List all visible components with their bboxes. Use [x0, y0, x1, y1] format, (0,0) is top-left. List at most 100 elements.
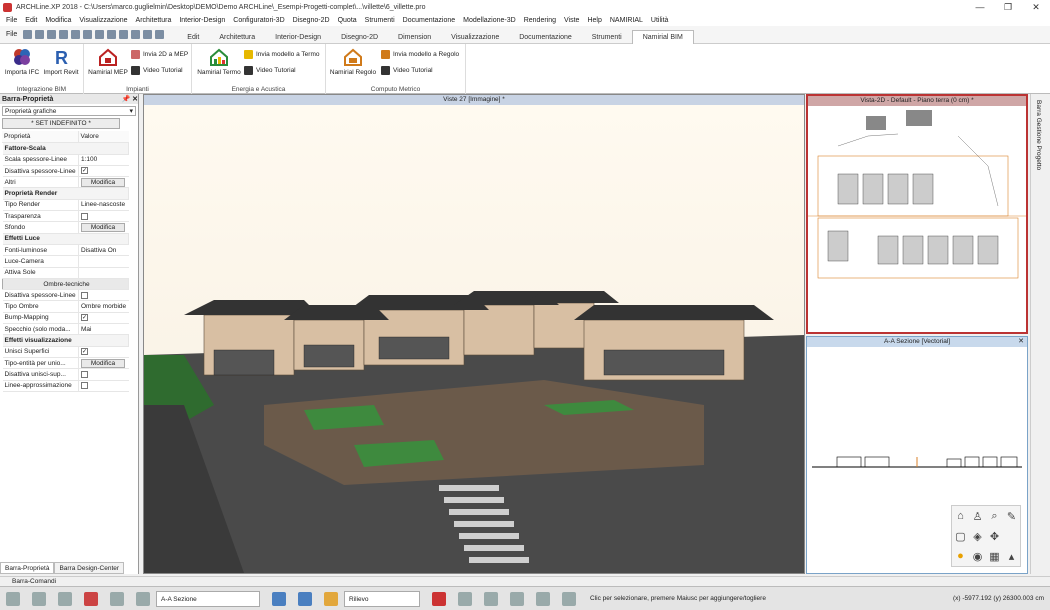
close-icon[interactable]: ✕: [1018, 337, 1024, 347]
property-dropdown[interactable]: Disattiva On: [81, 247, 116, 254]
move-icon[interactable]: [458, 591, 472, 606]
menu-visualizzazione[interactable]: Visualizzazione: [79, 17, 127, 24]
import-ifc-button[interactable]: Importa IFC: [4, 47, 40, 76]
arrow-up-icon[interactable]: [272, 591, 286, 606]
menu-architettura[interactable]: Architettura: [136, 17, 172, 24]
layers-icon[interactable]: [32, 591, 46, 606]
send-to-regolo-button[interactable]: Invia modello a Regolo: [381, 50, 459, 59]
text-icon[interactable]: [143, 30, 153, 39]
namirial-regolo-button[interactable]: Namirial Regolo: [328, 47, 378, 76]
set-indefinito-button[interactable]: * SET INDEFINITO *: [2, 118, 120, 129]
section-label[interactable]: Proprietà Render: [2, 187, 129, 200]
view-select[interactable]: A-A Sezione: [156, 590, 260, 607]
text-icon[interactable]: [484, 591, 498, 606]
namirial-termo-button[interactable]: Namirial Termo: [196, 47, 242, 76]
modifica-button[interactable]: Modifica: [81, 177, 125, 187]
menu-viste[interactable]: Viste: [564, 17, 579, 24]
pen-icon[interactable]: ✎: [1007, 510, 1016, 523]
section-label[interactable]: Effetti Luce: [2, 233, 129, 245]
chevron-icon[interactable]: ▴: [1009, 550, 1015, 563]
grid-icon[interactable]: [58, 591, 72, 606]
open-icon[interactable]: [35, 30, 45, 39]
section-label[interactable]: Effetti visualizzazione: [2, 334, 129, 347]
rilievo-select[interactable]: Rilievo: [344, 590, 420, 607]
property-category-select[interactable]: Proprietà grafiche: [2, 106, 136, 116]
sun-icon[interactable]: ●: [957, 550, 964, 562]
arrow-down-icon[interactable]: [298, 591, 312, 606]
print-icon[interactable]: [59, 30, 69, 39]
command-bar[interactable]: Barra-Comandi: [0, 576, 1050, 586]
cut-icon[interactable]: [71, 30, 81, 39]
menu-strumenti[interactable]: Strumenti: [365, 17, 395, 24]
pan-icon[interactable]: ✥: [990, 530, 999, 543]
video-tutorial-mep-button[interactable]: Video Tutorial: [131, 66, 183, 75]
orbit-icon[interactable]: ◈: [973, 530, 981, 543]
minimize-button[interactable]: —: [966, 0, 994, 14]
property-checkbox[interactable]: ✓: [81, 348, 88, 356]
property-checkbox[interactable]: [81, 382, 88, 390]
snap-icon[interactable]: [110, 591, 124, 606]
ombre-tecniche-button[interactable]: Ombre-tecniche: [2, 277, 129, 291]
menu-edit[interactable]: Edit: [25, 17, 37, 24]
undo-icon[interactable]: [107, 30, 117, 39]
menu-modellazione-3d[interactable]: Modellazione-3D: [463, 17, 516, 24]
video-tutorial-termo-button[interactable]: Video Tutorial: [244, 66, 296, 75]
modifica-button[interactable]: Modifica: [81, 358, 125, 368]
rotate-icon[interactable]: [536, 591, 550, 606]
home-icon[interactable]: ⌂: [957, 510, 964, 522]
eye-icon[interactable]: ◉: [973, 550, 983, 563]
dimension-icon[interactable]: [324, 591, 338, 606]
section-label[interactable]: Fattore-Scala: [2, 142, 129, 155]
viewport-3d[interactable]: Viste 27 [Immagine] *: [143, 94, 805, 574]
send-to-termo-button[interactable]: Invia modello a Termo: [244, 50, 319, 59]
project-manager-bar[interactable]: Barra Gestione Progetto: [1030, 94, 1050, 574]
property-dropdown[interactable]: 1:100: [81, 156, 97, 163]
menu-documentazione[interactable]: Documentazione: [403, 17, 456, 24]
pin-close-icon[interactable]: 📌 ✕: [121, 95, 138, 103]
video-tutorial-regolo-button[interactable]: Video Tutorial: [381, 66, 433, 75]
menu-disegno-2d[interactable]: Disegno-2D: [293, 17, 330, 24]
measure-icon[interactable]: [155, 30, 165, 39]
delete-icon[interactable]: [131, 30, 141, 39]
menu-help[interactable]: Help: [587, 17, 601, 24]
property-checkbox[interactable]: ✓: [81, 314, 88, 322]
copy-icon[interactable]: [83, 30, 93, 39]
paste-icon[interactable]: [95, 30, 105, 39]
new-icon[interactable]: [23, 30, 33, 39]
property-dropdown[interactable]: Ombre morbide: [81, 303, 126, 310]
magnet-icon[interactable]: [84, 591, 98, 606]
line-icon[interactable]: [562, 591, 576, 606]
zoom-icon[interactable]: ⌕: [991, 510, 997, 523]
tab-disegno-2d[interactable]: Disegno-2D: [331, 31, 388, 44]
tab-strumenti[interactable]: Strumenti: [582, 31, 632, 44]
tab-namirial-bim[interactable]: Namirial BIM: [631, 29, 694, 44]
namirial-mep-button[interactable]: Namirial MEP: [88, 47, 128, 76]
cursor-icon[interactable]: [136, 591, 150, 606]
import-revit-button[interactable]: R Import Revit: [42, 47, 80, 76]
property-checkbox[interactable]: [81, 291, 88, 299]
tab-interior-design[interactable]: Interior-Design: [265, 31, 331, 44]
tab-barra-proprieta[interactable]: Barra-Proprietà: [0, 562, 55, 574]
ribbon-file-tab[interactable]: File: [0, 31, 23, 38]
walk-icon[interactable]: ♙: [973, 510, 983, 523]
send-to-mep-button[interactable]: Invia 2D a MEP: [131, 50, 188, 59]
tab-dimension[interactable]: Dimension: [388, 31, 441, 44]
maximize-button[interactable]: ❐: [994, 0, 1022, 14]
tab-edit[interactable]: Edit: [177, 31, 209, 44]
settings-icon[interactable]: [6, 591, 20, 606]
save-icon[interactable]: [47, 30, 57, 39]
redo-icon[interactable]: [119, 30, 129, 39]
modifica-button[interactable]: Modifica: [81, 223, 125, 233]
menu-file[interactable]: File: [6, 17, 17, 24]
menu-interior-design[interactable]: Interior-Design: [179, 17, 225, 24]
property-checkbox[interactable]: [81, 212, 88, 220]
property-dropdown[interactable]: Linee-nascoste: [81, 201, 125, 208]
tab-documentazione[interactable]: Documentazione: [509, 31, 582, 44]
tab-barra-design-center[interactable]: Barra Design-Center: [54, 562, 125, 574]
menu-utilita[interactable]: Utilità: [651, 17, 669, 24]
close-button[interactable]: ✕: [1022, 0, 1050, 14]
menu-configuratori-3d[interactable]: Configuratori-3D: [233, 17, 284, 24]
plan-view-2d[interactable]: Vista-2D - Default - Piano terra (0 cm) …: [806, 94, 1028, 334]
menu-namirial[interactable]: NAMIRIAL: [610, 17, 643, 24]
menu-quota[interactable]: Quota: [338, 17, 357, 24]
